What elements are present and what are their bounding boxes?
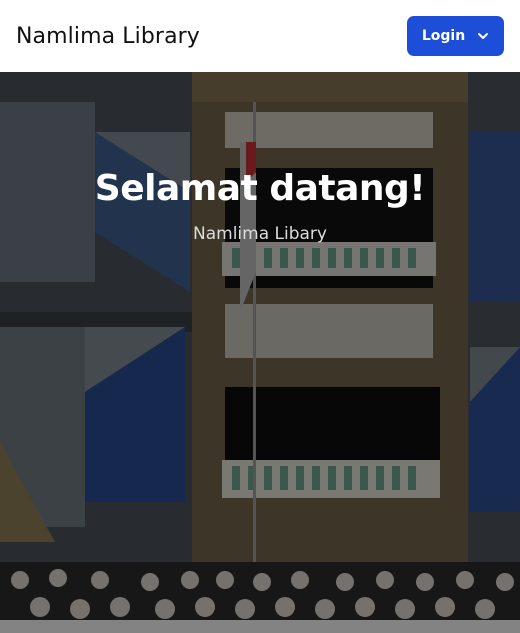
brand-title[interactable]: Namlima Library	[16, 24, 200, 49]
login-label: Login	[421, 28, 466, 44]
navbar: Namlima Library Login	[0, 0, 520, 72]
login-dropdown-button[interactable]: Login	[407, 16, 504, 56]
chevron-down-icon	[478, 33, 489, 39]
hero-subtitle: Namlima Libary	[193, 224, 327, 244]
hero-banner: Selamat datang! Namlima Libary	[0, 72, 520, 633]
hero-dark-overlay	[0, 72, 520, 633]
hero-title: Selamat datang!	[94, 168, 426, 209]
